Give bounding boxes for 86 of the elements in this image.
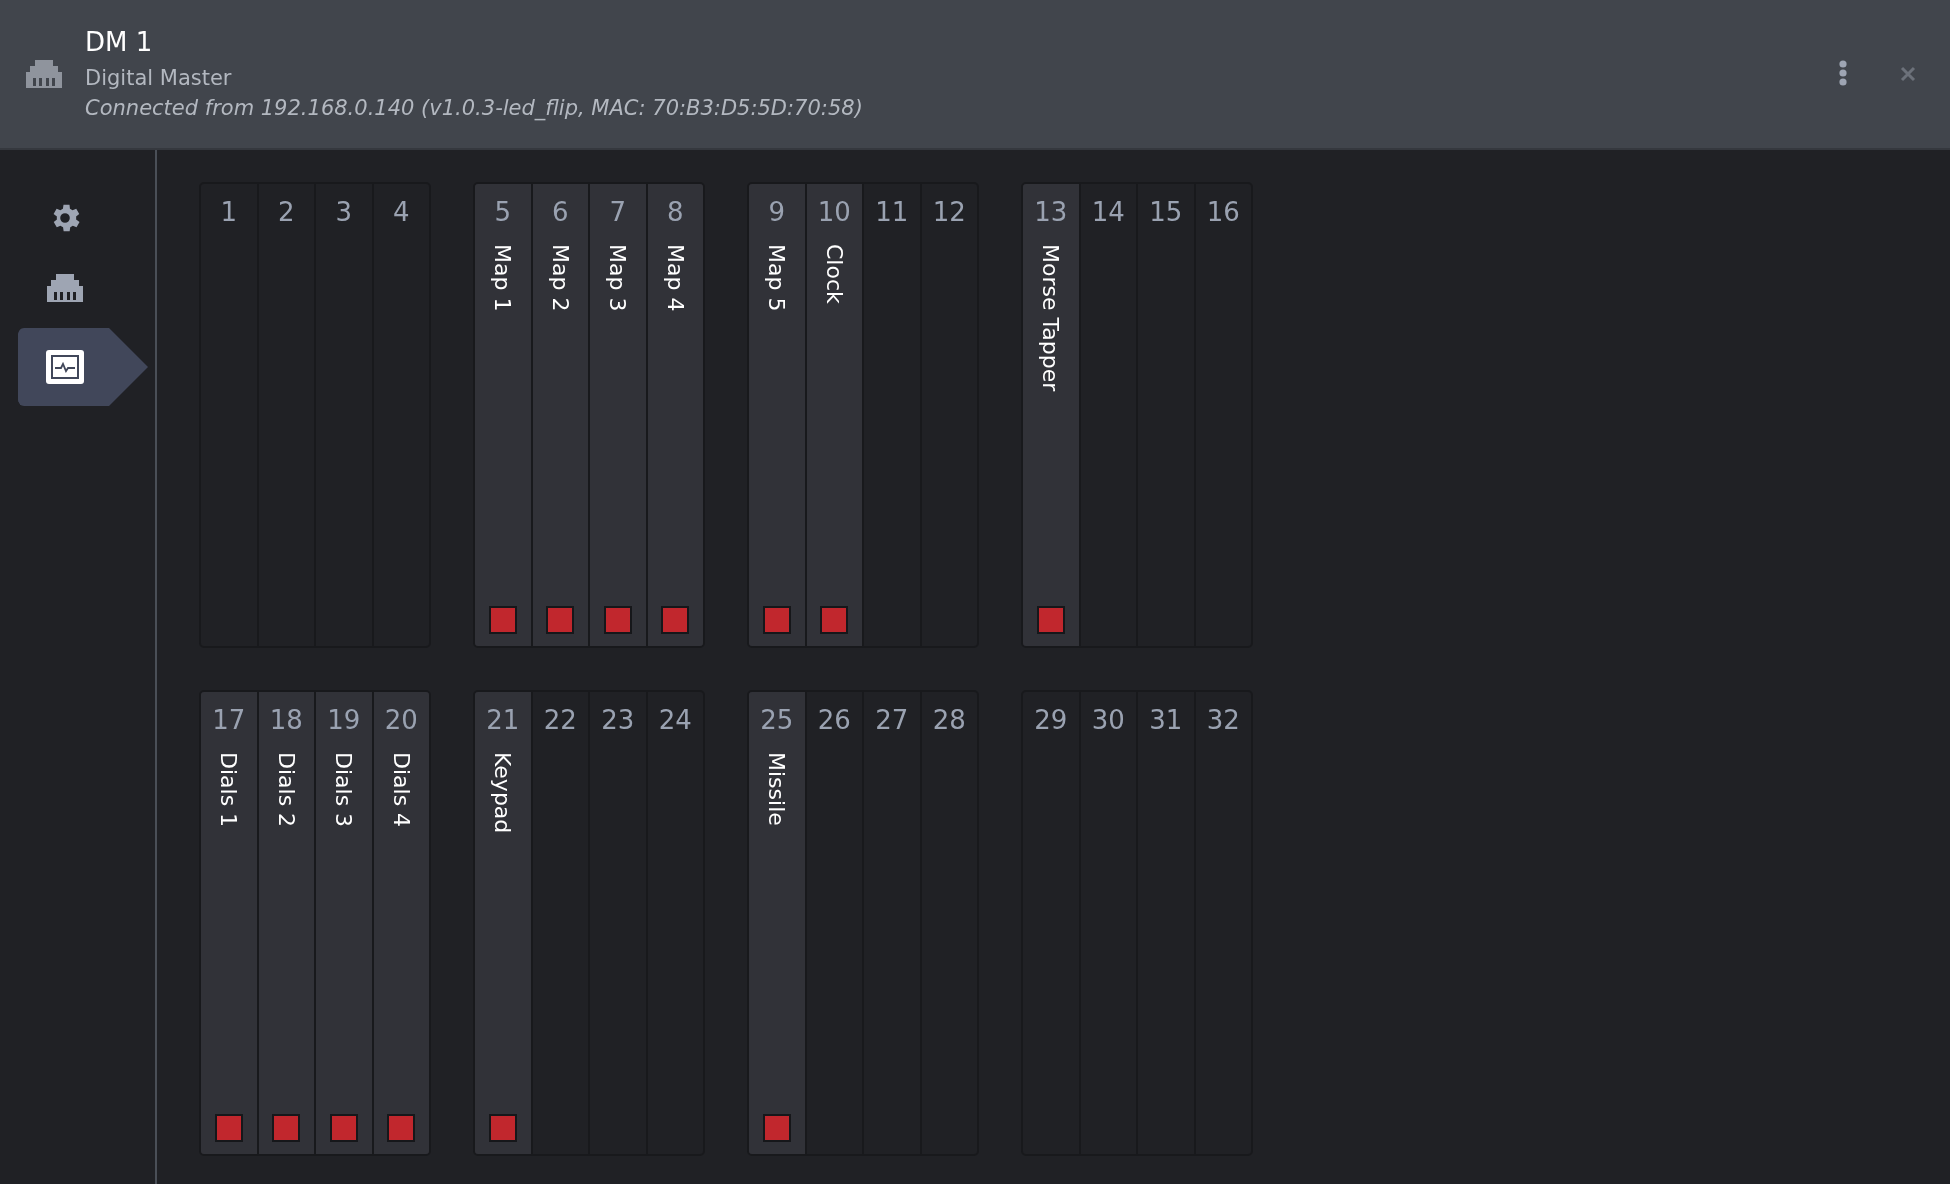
module-slot[interactable]: 1 xyxy=(201,184,259,646)
slot-number: 23 xyxy=(601,704,635,736)
module-slot[interactable]: 18 Dials 2 xyxy=(258,692,316,1154)
module-slot[interactable]: 20 Dials 4 xyxy=(373,692,429,1154)
module-slot[interactable]: 9 Map 5 xyxy=(749,184,807,646)
module-slot[interactable]: 7 Map 3 xyxy=(590,184,648,646)
slot-number: 1 xyxy=(220,196,237,228)
slot-number: 28 xyxy=(932,704,966,736)
slot-number: 30 xyxy=(1091,704,1125,736)
slot-number: 25 xyxy=(760,704,794,736)
slot-number: 17 xyxy=(212,704,246,736)
module-name: Dials 2 xyxy=(273,752,299,828)
slot-number: 21 xyxy=(486,704,520,736)
module-name: Dials 3 xyxy=(331,752,357,828)
slot-number: 12 xyxy=(932,196,966,228)
slot-number: 14 xyxy=(1091,196,1125,228)
module-name: Clock xyxy=(821,244,847,304)
slot-number: 13 xyxy=(1034,196,1068,228)
slot-number: 32 xyxy=(1206,704,1240,736)
module-slot[interactable]: 21 Keypad xyxy=(475,692,533,1154)
module-name: Map 5 xyxy=(764,244,790,312)
device-title: DM 1 xyxy=(85,26,154,59)
slot-number: 27 xyxy=(875,704,909,736)
module-slot[interactable]: 6 Map 2 xyxy=(532,184,590,646)
module-slot[interactable]: 22 xyxy=(532,692,590,1154)
module-slot[interactable]: 5 Map 1 xyxy=(475,184,533,646)
close-icon xyxy=(1900,66,1916,82)
module-slot[interactable]: 15 xyxy=(1138,184,1196,646)
slot-number: 20 xyxy=(384,704,418,736)
module-slot[interactable]: 25 Missile xyxy=(749,692,807,1154)
module-slot[interactable]: 13 Morse Tapper xyxy=(1023,184,1081,646)
module-slot[interactable]: 27 xyxy=(864,692,922,1154)
slot-number: 22 xyxy=(543,704,577,736)
slot-number: 6 xyxy=(551,196,569,228)
module-name: Map 4 xyxy=(662,244,688,312)
slot-number: 31 xyxy=(1149,704,1183,736)
slot-number: 2 xyxy=(277,196,295,228)
module-name: Map 2 xyxy=(547,244,573,312)
module-name: Keypad xyxy=(490,752,516,834)
module-name: Missile xyxy=(764,752,790,826)
more-vertical-icon xyxy=(1838,59,1848,89)
slot-number: 7 xyxy=(609,196,626,228)
module-slot[interactable]: 19 Dials 3 xyxy=(316,692,374,1154)
slot-number: 5 xyxy=(494,196,511,228)
monitor-icon xyxy=(45,349,85,385)
module-name: Dials 1 xyxy=(216,752,242,828)
slot-number: 18 xyxy=(269,704,303,736)
module-slot[interactable]: 16 xyxy=(1195,184,1251,646)
module-slot[interactable]: 23 xyxy=(590,692,648,1154)
module-name: Morse Tapper xyxy=(1038,244,1064,392)
module-slot[interactable]: 10 Clock xyxy=(806,184,864,646)
slot-number: 29 xyxy=(1034,704,1068,736)
device-subtitle: Digital Master xyxy=(85,65,233,92)
network-port-icon xyxy=(47,274,83,302)
slot-number: 15 xyxy=(1149,196,1183,228)
module-slot[interactable]: 31 xyxy=(1138,692,1196,1154)
module-slot[interactable]: 29 xyxy=(1023,692,1081,1154)
network-port-icon xyxy=(26,60,62,88)
slot-number: 9 xyxy=(768,196,785,228)
module-slot[interactable]: 8 Map 4 xyxy=(647,184,703,646)
module-slot[interactable]: 30 xyxy=(1080,692,1138,1154)
module-slot[interactable]: 28 xyxy=(921,692,977,1154)
module-slot[interactable]: 24 xyxy=(647,692,703,1154)
slot-number: 11 xyxy=(875,196,909,228)
module-slot[interactable]: 26 xyxy=(806,692,864,1154)
slot-number: 8 xyxy=(666,196,684,228)
module-name: Dials 4 xyxy=(388,752,414,828)
module-slot[interactable]: 11 xyxy=(864,184,922,646)
slot-number: 16 xyxy=(1206,196,1240,228)
connection-info: Connected from 192.168.0.140 (v1.0.3-led_flip, MAC: 70:B3:D5:5D:70:58) xyxy=(85,95,863,123)
monitor-nav-button[interactable] xyxy=(18,328,148,406)
slot-number: 3 xyxy=(335,196,352,228)
module-slot[interactable]: 17 Dials 1 xyxy=(201,692,259,1154)
slot-number: 26 xyxy=(817,704,851,736)
module-slot[interactable]: 14 xyxy=(1080,184,1138,646)
module-slot[interactable]: 4 xyxy=(373,184,429,646)
module-slot[interactable]: 12 xyxy=(921,184,977,646)
module-name: Map 3 xyxy=(605,244,631,312)
module-slot[interactable]: 32 xyxy=(1195,692,1251,1154)
module-name: Map 1 xyxy=(490,244,516,312)
module-slot[interactable]: 2 xyxy=(258,184,316,646)
slot-number: 19 xyxy=(327,704,361,736)
slot-number: 24 xyxy=(658,704,692,736)
module-slot[interactable]: 3 xyxy=(316,184,374,646)
slot-number: 4 xyxy=(392,196,410,228)
slot-number: 10 xyxy=(817,196,851,228)
